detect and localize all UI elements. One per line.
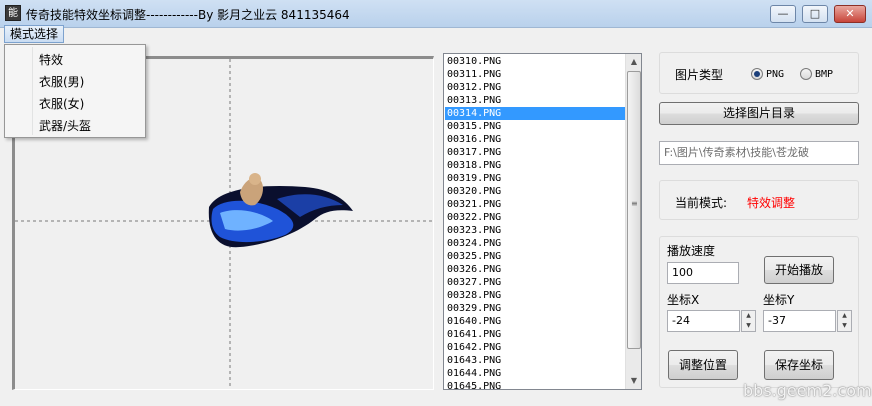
list-scrollbar[interactable]: ▲ ≡ ▼ — [625, 54, 641, 389]
scroll-down-icon[interactable]: ▼ — [626, 373, 641, 389]
directory-path-field[interactable]: F:\图片\传奇素材\技能\苍龙破 — [659, 141, 859, 165]
watermark: bbs.geem2.com — [743, 381, 872, 400]
list-item[interactable]: 00311.PNG — [445, 68, 625, 81]
list-item[interactable]: 00316.PNG — [445, 133, 625, 146]
list-item[interactable]: 00320.PNG — [445, 185, 625, 198]
app-icon: 能 — [5, 5, 21, 21]
menu-bar — [0, 28, 872, 44]
list-item[interactable]: 00329.PNG — [445, 302, 625, 315]
start-play-button[interactable]: 开始播放 — [764, 256, 834, 284]
close-button[interactable]: ✕ — [834, 5, 866, 23]
bmp-radio-label[interactable]: BMP — [815, 69, 833, 80]
list-item[interactable]: 00322.PNG — [445, 211, 625, 224]
menu-item-effect[interactable]: 特效 — [39, 51, 63, 68]
menu-item-clothes-female[interactable]: 衣服(女) — [39, 95, 84, 112]
list-item[interactable]: 01642.PNG — [445, 341, 625, 354]
adjust-position-button[interactable]: 调整位置 — [668, 350, 738, 380]
list-item[interactable]: 00312.PNG — [445, 81, 625, 94]
bmp-radio[interactable] — [800, 68, 812, 80]
save-coords-button[interactable]: 保存坐标 — [764, 350, 834, 380]
list-item[interactable]: 00327.PNG — [445, 276, 625, 289]
image-type-group: 图片类型 PNG BMP — [659, 52, 859, 94]
speed-label: 播放速度 — [667, 244, 716, 258]
mode-dropdown-menu: 特效 衣服(男) 衣服(女) 武器/头盔 — [4, 44, 146, 138]
coord-x-label: 坐标X — [667, 293, 700, 307]
spin-down-icon[interactable]: ▼ — [742, 321, 755, 331]
list-item-selected[interactable]: 00314.PNG — [445, 107, 625, 120]
spin-up-icon[interactable]: ▲ — [838, 311, 851, 321]
png-radio[interactable] — [751, 68, 763, 80]
skill-effect-sprite — [208, 173, 353, 248]
select-directory-button[interactable]: 选择图片目录 — [659, 102, 859, 125]
spin-up-icon[interactable]: ▲ — [742, 311, 755, 321]
list-item[interactable]: 00324.PNG — [445, 237, 625, 250]
menu-mode-select[interactable]: 模式选择 — [4, 25, 64, 43]
spin-down-icon[interactable]: ▼ — [838, 321, 851, 331]
menu-separator — [32, 47, 33, 135]
image-type-label: 图片类型 — [675, 68, 724, 82]
speed-input[interactable]: 100 — [667, 262, 739, 284]
png-radio-label[interactable]: PNG — [766, 69, 784, 80]
coord-y-input[interactable]: -37 — [763, 310, 836, 332]
list-item[interactable]: 00310.PNG — [445, 55, 625, 68]
title-bar: 能 传奇技能特效坐标调整------------By 影月之业云 8411354… — [0, 0, 872, 28]
scroll-up-icon[interactable]: ▲ — [626, 54, 641, 70]
list-item[interactable]: 01645.PNG — [445, 380, 625, 389]
playback-group: 播放速度 100 开始播放 坐标X -24 ▲ ▼ 坐标Y -37 ▲ ▼ 调整… — [659, 236, 859, 388]
list-item[interactable]: 00313.PNG — [445, 94, 625, 107]
coord-y-label: 坐标Y — [763, 293, 795, 307]
coord-x-spinner[interactable]: ▲ ▼ — [741, 310, 756, 332]
list-item[interactable]: 00319.PNG — [445, 172, 625, 185]
list-item[interactable]: 00318.PNG — [445, 159, 625, 172]
list-item[interactable]: 00315.PNG — [445, 120, 625, 133]
minimize-button[interactable]: — — [770, 5, 796, 23]
list-item[interactable]: 00326.PNG — [445, 263, 625, 276]
current-mode-group: 当前模式: 特效调整 — [659, 180, 859, 220]
list-item[interactable]: 00321.PNG — [445, 198, 625, 211]
list-item[interactable]: 01641.PNG — [445, 328, 625, 341]
scroll-thumb[interactable]: ≡ — [627, 71, 641, 349]
list-item[interactable]: 01640.PNG — [445, 315, 625, 328]
coord-y-spinner[interactable]: ▲ ▼ — [837, 310, 852, 332]
menu-item-weapon-helmet[interactable]: 武器/头盔 — [39, 117, 91, 134]
coord-x-input[interactable]: -24 — [667, 310, 740, 332]
menu-item-clothes-male[interactable]: 衣服(男) — [39, 73, 84, 90]
list-item[interactable]: 00328.PNG — [445, 289, 625, 302]
current-mode-label: 当前模式: — [675, 196, 728, 210]
list-item[interactable]: 01643.PNG — [445, 354, 625, 367]
list-item[interactable]: 00325.PNG — [445, 250, 625, 263]
current-mode-value: 特效调整 — [747, 196, 796, 210]
grip-icon: ≡ — [631, 199, 638, 208]
maximize-button[interactable]: □ — [802, 5, 828, 23]
file-listbox[interactable]: 00310.PNG 00311.PNG 00312.PNG 00313.PNG … — [443, 53, 642, 390]
list-item[interactable]: 01644.PNG — [445, 367, 625, 380]
window-title: 传奇技能特效坐标调整------------By 影月之业云 841135464 — [26, 8, 350, 22]
list-item[interactable]: 00323.PNG — [445, 224, 625, 237]
list-item[interactable]: 00317.PNG — [445, 146, 625, 159]
